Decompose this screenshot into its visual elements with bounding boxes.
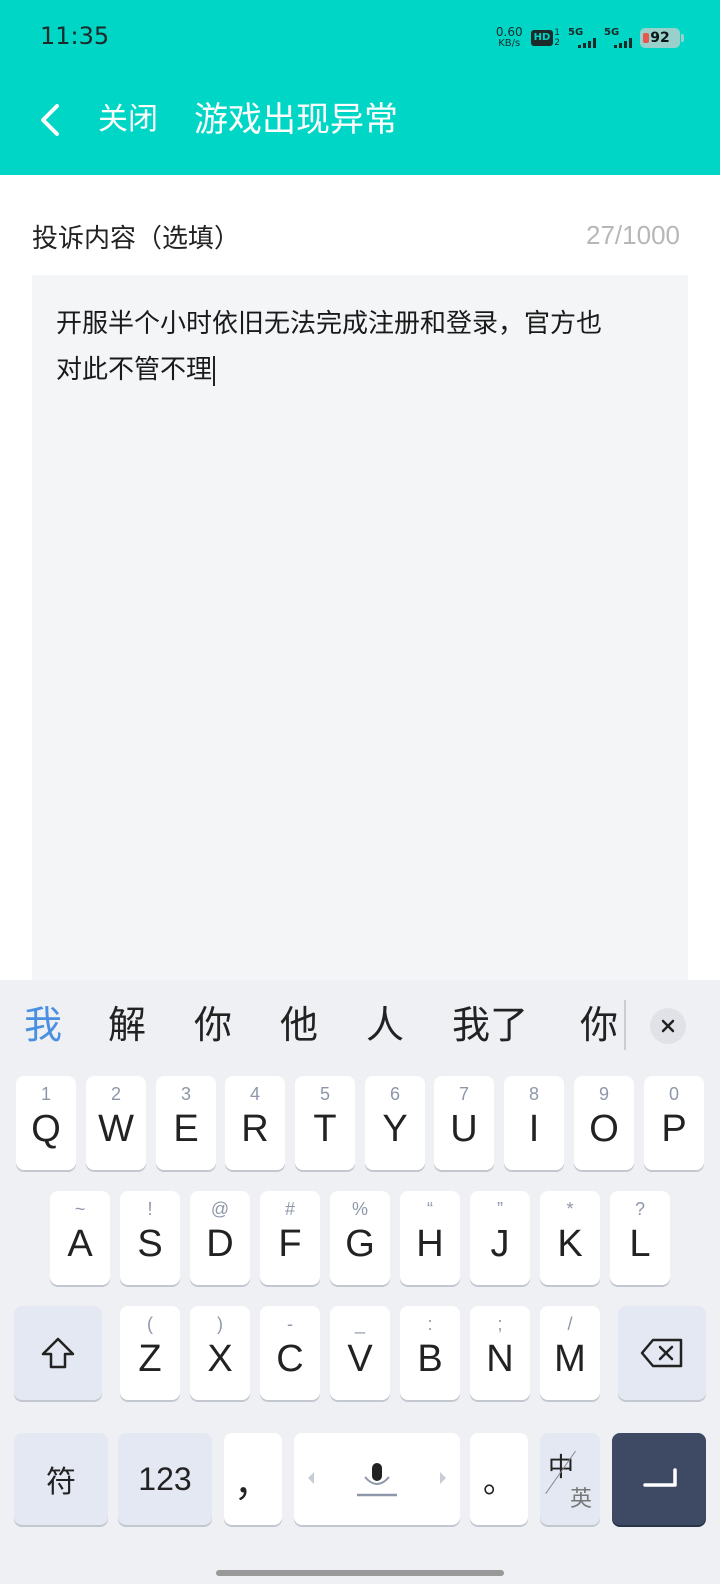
status-icons: 0.60 KB/s HD 1 2 5G 5G 92 xyxy=(495,22,684,54)
status-time: 11:35 xyxy=(40,22,110,50)
key-w[interactable]: 2W xyxy=(86,1076,146,1170)
candidate-word[interactable]: 人 xyxy=(366,1000,404,1050)
candidate-word[interactable]: 解 xyxy=(108,1000,146,1050)
key-n[interactable]: ; N xyxy=(470,1306,530,1400)
complaint-label: 投诉内容（选填） xyxy=(32,224,241,254)
candidate-word[interactable]: 我 xyxy=(24,1000,62,1050)
key-y[interactable]: 6Y xyxy=(365,1076,425,1170)
microphone-icon xyxy=(357,1463,397,1497)
key-i[interactable]: 8I xyxy=(504,1076,564,1170)
char-count: 27/1000 xyxy=(586,220,680,250)
hd-sim1: 1 xyxy=(554,28,560,38)
key-d[interactable]: @ D xyxy=(190,1191,250,1285)
chevron-left-icon xyxy=(41,104,59,136)
key-k[interactable]: * K xyxy=(540,1191,600,1285)
key-p[interactable]: 0P xyxy=(644,1076,704,1170)
key-t[interactable]: 5T xyxy=(295,1076,355,1170)
key-m[interactable]: / M xyxy=(540,1306,600,1400)
candidate-word[interactable]: 你 xyxy=(580,1000,626,1050)
signal-icon-sim2: 5G xyxy=(604,28,632,48)
backspace-icon xyxy=(640,1338,683,1368)
space-key[interactable] xyxy=(294,1433,460,1525)
key-g[interactable]: % G xyxy=(330,1191,390,1285)
chevron-right-icon xyxy=(440,1472,446,1484)
network-speed-value: 0.60 xyxy=(495,25,523,39)
home-indicator[interactable] xyxy=(216,1570,504,1576)
backspace-key[interactable] xyxy=(618,1306,706,1400)
key-s[interactable]: ! S xyxy=(120,1191,180,1285)
key-j[interactable]: ” J xyxy=(470,1191,530,1285)
key-r[interactable]: 4R xyxy=(225,1076,285,1170)
candidate-bar: 我 解 你 他 人 我了 你 xyxy=(0,980,720,1070)
app-header: 11:35 0.60 KB/s HD 1 2 5G 5G 92 关闭 游戏出现异… xyxy=(0,0,720,175)
candidate-word[interactable]: 你 xyxy=(194,1000,232,1050)
text-caret xyxy=(213,355,216,386)
network-speed-unit: KB/s xyxy=(498,38,521,49)
signal-label: 5G xyxy=(604,27,620,38)
signal-icon-sim1: 5G xyxy=(568,28,596,48)
key-q[interactable]: 1Q xyxy=(16,1076,76,1170)
language-switch-key[interactable]: 中 英 xyxy=(540,1433,600,1525)
comma-key[interactable]: ， xyxy=(224,1433,282,1525)
key-u[interactable]: 7U xyxy=(434,1076,494,1170)
shift-key[interactable] xyxy=(14,1306,102,1400)
hd-label: HD xyxy=(530,30,554,46)
key-h[interactable]: “H xyxy=(400,1191,460,1285)
lang-en-label: 英 xyxy=(569,1486,592,1511)
key-v[interactable]: _ V xyxy=(330,1306,390,1400)
textarea-line-1: 开服半个小时依旧无法完成注册和登录，官方也 xyxy=(56,309,603,339)
key-a[interactable]: ~ A xyxy=(50,1191,110,1285)
hd-sim2: 2 xyxy=(554,38,560,48)
chevron-left-icon xyxy=(308,1472,314,1484)
enter-icon xyxy=(643,1468,677,1487)
complaint-textarea[interactable]: 开服半个小时依旧无法完成注册和登录，官方也 对此不管不理 xyxy=(32,275,688,995)
close-button[interactable]: 关闭 xyxy=(98,100,158,140)
close-icon xyxy=(661,1019,675,1033)
signal-label: 5G xyxy=(568,27,584,38)
enter-key[interactable] xyxy=(612,1433,706,1525)
hd-voice-icon: HD 1 2 xyxy=(530,28,560,48)
textarea-line-2: 对此不管不理 xyxy=(56,355,213,385)
battery-icon: 92 xyxy=(640,28,684,48)
candidate-word[interactable]: 我了 xyxy=(452,1000,528,1050)
key-z[interactable]: (Z xyxy=(120,1306,180,1400)
period-key[interactable]: 。 xyxy=(470,1433,528,1525)
key-l[interactable]: ? L xyxy=(610,1191,670,1285)
page-title: 游戏出现异常 xyxy=(194,100,398,140)
key-x[interactable]: ) X xyxy=(190,1306,250,1400)
key-o[interactable]: 9O xyxy=(574,1076,634,1170)
key-c[interactable]: -C xyxy=(260,1306,320,1400)
numbers-key[interactable]: 123 xyxy=(118,1433,212,1525)
close-candidates-button[interactable] xyxy=(650,1008,686,1044)
network-speed: 0.60 KB/s xyxy=(495,25,523,49)
battery-level: 92 xyxy=(650,30,670,46)
candidate-word[interactable]: 他 xyxy=(280,1000,318,1050)
key-b[interactable]: :B xyxy=(400,1306,460,1400)
key-e[interactable]: 3E xyxy=(156,1076,216,1170)
back-button[interactable] xyxy=(30,100,70,140)
key-f[interactable]: # F xyxy=(260,1191,320,1285)
symbols-key[interactable]: 符 xyxy=(14,1433,108,1525)
shift-arrow-icon xyxy=(41,1337,75,1369)
